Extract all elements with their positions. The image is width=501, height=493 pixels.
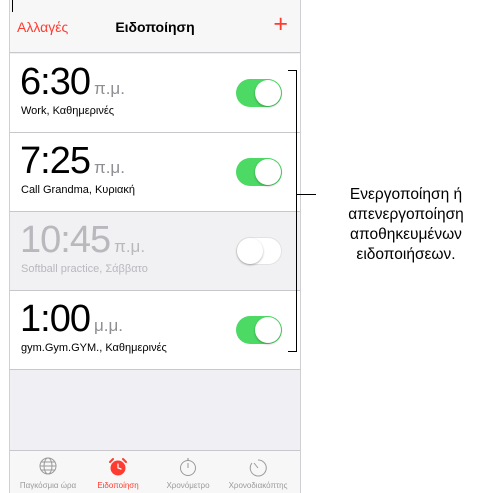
alarm-row[interactable]: 6:30 π.μ. Work, Καθημερινές	[10, 54, 300, 133]
alarm-time: 1:00 μ.μ.	[20, 298, 124, 340]
toggle-knob	[237, 238, 263, 264]
tab-label: Χρονοδιακόπτης	[228, 481, 288, 490]
alarm-row[interactable]: 10:45 π.μ. Softball practice, Σάββατο	[10, 212, 300, 291]
add-alarm-button[interactable]: +	[273, 9, 288, 39]
alarm-label: gym.Gym.GYM., Καθημερινές	[21, 342, 167, 354]
tab-label: Χρονόμετρο	[166, 481, 210, 490]
callout-text: Ενεργοποίηση ή απενεργοποίηση αποθηκευμέ…	[348, 186, 464, 263]
bracket-top	[288, 70, 296, 71]
alarm-toggle[interactable]	[236, 316, 282, 344]
alarm-list: 6:30 π.μ. Work, Καθημερινές 7:25 π.μ. Call…	[10, 54, 300, 370]
toggle-knob	[255, 159, 281, 185]
alarm-label: Softball practice, Σάββατο	[21, 263, 148, 275]
alarm-toggle[interactable]	[236, 237, 282, 265]
tab-world-clock[interactable]: Παγκόσμια ώρα	[18, 451, 78, 493]
timer-icon	[249, 459, 267, 477]
alarm-time: 7:25 π.μ.	[20, 140, 125, 182]
tab-stopwatch[interactable]: Χρονόμετρο	[158, 451, 218, 493]
alarm-toggle[interactable]	[236, 79, 282, 107]
alarm-time: 6:30 π.μ.	[20, 61, 125, 103]
alarm-label: Work, Καθημερινές	[21, 105, 115, 117]
bracket-pointer	[296, 194, 316, 195]
toggle-knob	[255, 80, 281, 106]
tab-timer[interactable]: Χρονοδιακόπτης	[228, 451, 288, 493]
alarm-clock-icon	[109, 458, 127, 476]
edit-pointer-line	[12, 0, 13, 12]
toggle-knob	[255, 317, 281, 343]
phone-screen: Αλλαγές Ειδοποίηση + 6:30 π.μ. Work, Καθη…	[9, 0, 301, 493]
navigation-bar: Αλλαγές Ειδοποίηση +	[10, 0, 300, 53]
globe-icon	[39, 457, 57, 475]
bracket-vertical	[296, 70, 297, 352]
alarm-time: 10:45 π.μ.	[20, 219, 146, 261]
tab-bar: Παγκόσμια ώρα Ειδοποίηση Χρονόμετρο Χρον…	[10, 450, 300, 493]
alarm-row[interactable]: 1:00 μ.μ. gym.Gym.GYM., Καθημερινές	[10, 291, 300, 370]
alarm-row[interactable]: 7:25 π.μ. Call Grandma, Κυριακή	[10, 133, 300, 212]
stopwatch-icon	[180, 458, 196, 476]
alarm-label: Call Grandma, Κυριακή	[21, 184, 136, 196]
bracket-bottom	[288, 351, 296, 352]
alarm-toggle[interactable]	[236, 158, 282, 186]
tab-label: Παγκόσμια ώρα	[19, 481, 77, 490]
tab-alarm[interactable]: Ειδοποίηση	[88, 451, 148, 493]
page-title: Ειδοποίηση	[115, 19, 195, 35]
tab-label: Ειδοποίηση	[97, 481, 139, 490]
